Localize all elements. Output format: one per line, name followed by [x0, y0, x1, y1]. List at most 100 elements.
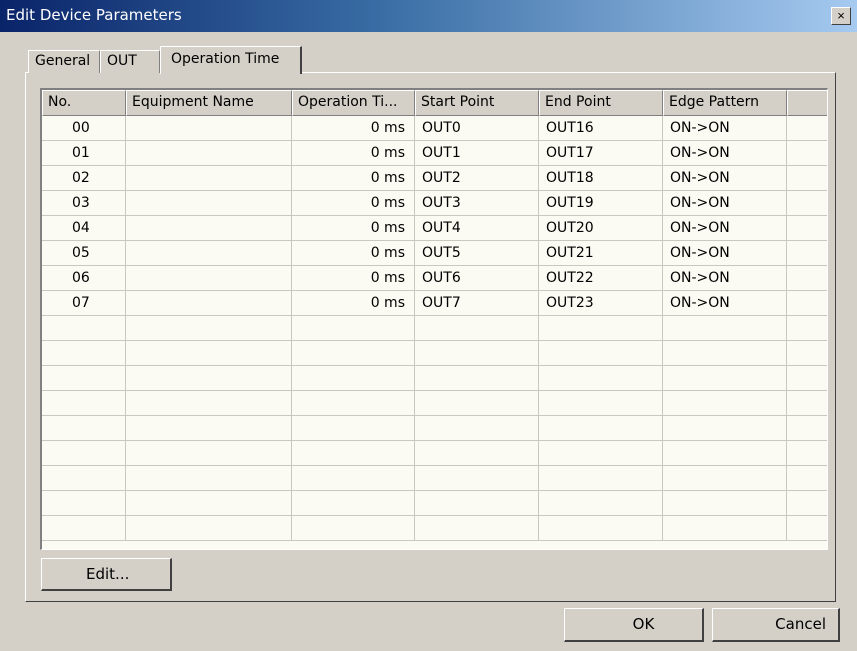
cell-name [126, 166, 292, 191]
cell-edge: ON->ON [663, 116, 787, 141]
empty-table-row [42, 491, 827, 516]
column-header-edge-pattern[interactable]: Edge Pattern [663, 90, 787, 116]
cell-empty [126, 516, 292, 541]
table-row[interactable]: 07 0 ms OUT7 OUT23 ON->ON [42, 291, 827, 316]
cell-empty [42, 416, 126, 441]
cell-empty [787, 216, 827, 241]
empty-table-row [42, 391, 827, 416]
cell-name [126, 141, 292, 166]
cell-op-time: 0 ms [292, 291, 415, 316]
cell-end: OUT21 [539, 241, 663, 266]
edit-device-parameters-dialog: Edit Device Parameters × General OUT Ope… [0, 0, 857, 651]
cell-empty [415, 391, 539, 416]
cell-name [126, 216, 292, 241]
column-header-end-point[interactable]: End Point [539, 90, 663, 116]
cell-no: 07 [42, 291, 126, 316]
cell-empty [42, 341, 126, 366]
edit-button-label: Edit... [86, 565, 130, 583]
operation-time-grid[interactable]: No. Equipment Name Operation Ti... Start… [40, 88, 828, 550]
column-header-operation-time[interactable]: Operation Ti... [292, 90, 415, 116]
cell-empty [787, 441, 827, 466]
cell-empty [539, 491, 663, 516]
cancel-button[interactable]: Cancel [712, 608, 840, 642]
cell-empty [415, 366, 539, 391]
empty-table-row [42, 341, 827, 366]
cell-start: OUT3 [415, 191, 539, 216]
close-button[interactable]: × [831, 7, 851, 25]
cell-empty [42, 366, 126, 391]
cell-empty [42, 391, 126, 416]
cell-empty [42, 491, 126, 516]
cell-empty [663, 416, 787, 441]
cell-name [126, 266, 292, 291]
cell-name [126, 116, 292, 141]
cell-empty [292, 391, 415, 416]
table-row[interactable]: 04 0 ms OUT4 OUT20 ON->ON [42, 216, 827, 241]
cell-empty [126, 341, 292, 366]
cell-start: OUT6 [415, 266, 539, 291]
cell-empty [787, 491, 827, 516]
tab-general[interactable]: General [28, 50, 100, 73]
cell-name [126, 191, 292, 216]
cell-edge: ON->ON [663, 166, 787, 191]
tab-general-label: General [35, 53, 91, 69]
table-row[interactable]: 06 0 ms OUT6 OUT22 ON->ON [42, 266, 827, 291]
cell-start: OUT5 [415, 241, 539, 266]
cell-op-time: 0 ms [292, 266, 415, 291]
cell-empty [787, 316, 827, 341]
cell-name [126, 241, 292, 266]
cell-empty [415, 516, 539, 541]
cell-empty [787, 366, 827, 391]
cell-empty [787, 416, 827, 441]
column-header-start-point[interactable]: Start Point [415, 90, 539, 116]
cell-end: OUT19 [539, 191, 663, 216]
column-header-filler [787, 90, 827, 116]
cell-empty [663, 516, 787, 541]
cell-start: OUT4 [415, 216, 539, 241]
cell-empty [787, 241, 827, 266]
cell-empty [292, 341, 415, 366]
cell-empty [292, 316, 415, 341]
table-row[interactable]: 03 0 ms OUT3 OUT19 ON->ON [42, 191, 827, 216]
cell-empty [415, 466, 539, 491]
column-header-no[interactable]: No. [42, 90, 126, 116]
empty-table-row [42, 416, 827, 441]
ok-button[interactable]: OK [564, 608, 704, 642]
grid-header: No. Equipment Name Operation Ti... Start… [42, 90, 827, 116]
cell-start: OUT2 [415, 166, 539, 191]
cell-no: 03 [42, 191, 126, 216]
cell-empty [126, 366, 292, 391]
tab-out[interactable]: OUT [100, 50, 160, 73]
cancel-button-label: Cancel [775, 615, 826, 633]
column-header-equipment-name[interactable]: Equipment Name [126, 90, 292, 116]
table-row[interactable]: 00 0 ms OUT0 OUT16 ON->ON [42, 116, 827, 141]
cell-empty [787, 116, 827, 141]
cell-empty [42, 466, 126, 491]
cell-name [126, 291, 292, 316]
cell-empty [126, 491, 292, 516]
cell-op-time: 0 ms [292, 216, 415, 241]
table-row[interactable]: 02 0 ms OUT2 OUT18 ON->ON [42, 166, 827, 191]
tab-out-label: OUT [107, 53, 137, 69]
cell-empty [663, 491, 787, 516]
close-icon: × [837, 8, 845, 23]
cell-edge: ON->ON [663, 241, 787, 266]
cell-start: OUT1 [415, 141, 539, 166]
cell-empty [539, 341, 663, 366]
table-row[interactable]: 05 0 ms OUT5 OUT21 ON->ON [42, 241, 827, 266]
cell-no: 06 [42, 266, 126, 291]
cell-edge: ON->ON [663, 141, 787, 166]
title-bar: Edit Device Parameters × [0, 0, 857, 32]
cell-start: OUT0 [415, 116, 539, 141]
cell-empty [787, 341, 827, 366]
cell-op-time: 0 ms [292, 241, 415, 266]
empty-table-row [42, 366, 827, 391]
edit-button[interactable]: Edit... [41, 558, 172, 591]
cell-empty [126, 391, 292, 416]
cell-op-time: 0 ms [292, 191, 415, 216]
cell-op-time: 0 ms [292, 166, 415, 191]
tab-operation-time[interactable]: Operation Time [160, 46, 302, 74]
cell-edge: ON->ON [663, 291, 787, 316]
cell-empty [415, 416, 539, 441]
table-row[interactable]: 01 0 ms OUT1 OUT17 ON->ON [42, 141, 827, 166]
